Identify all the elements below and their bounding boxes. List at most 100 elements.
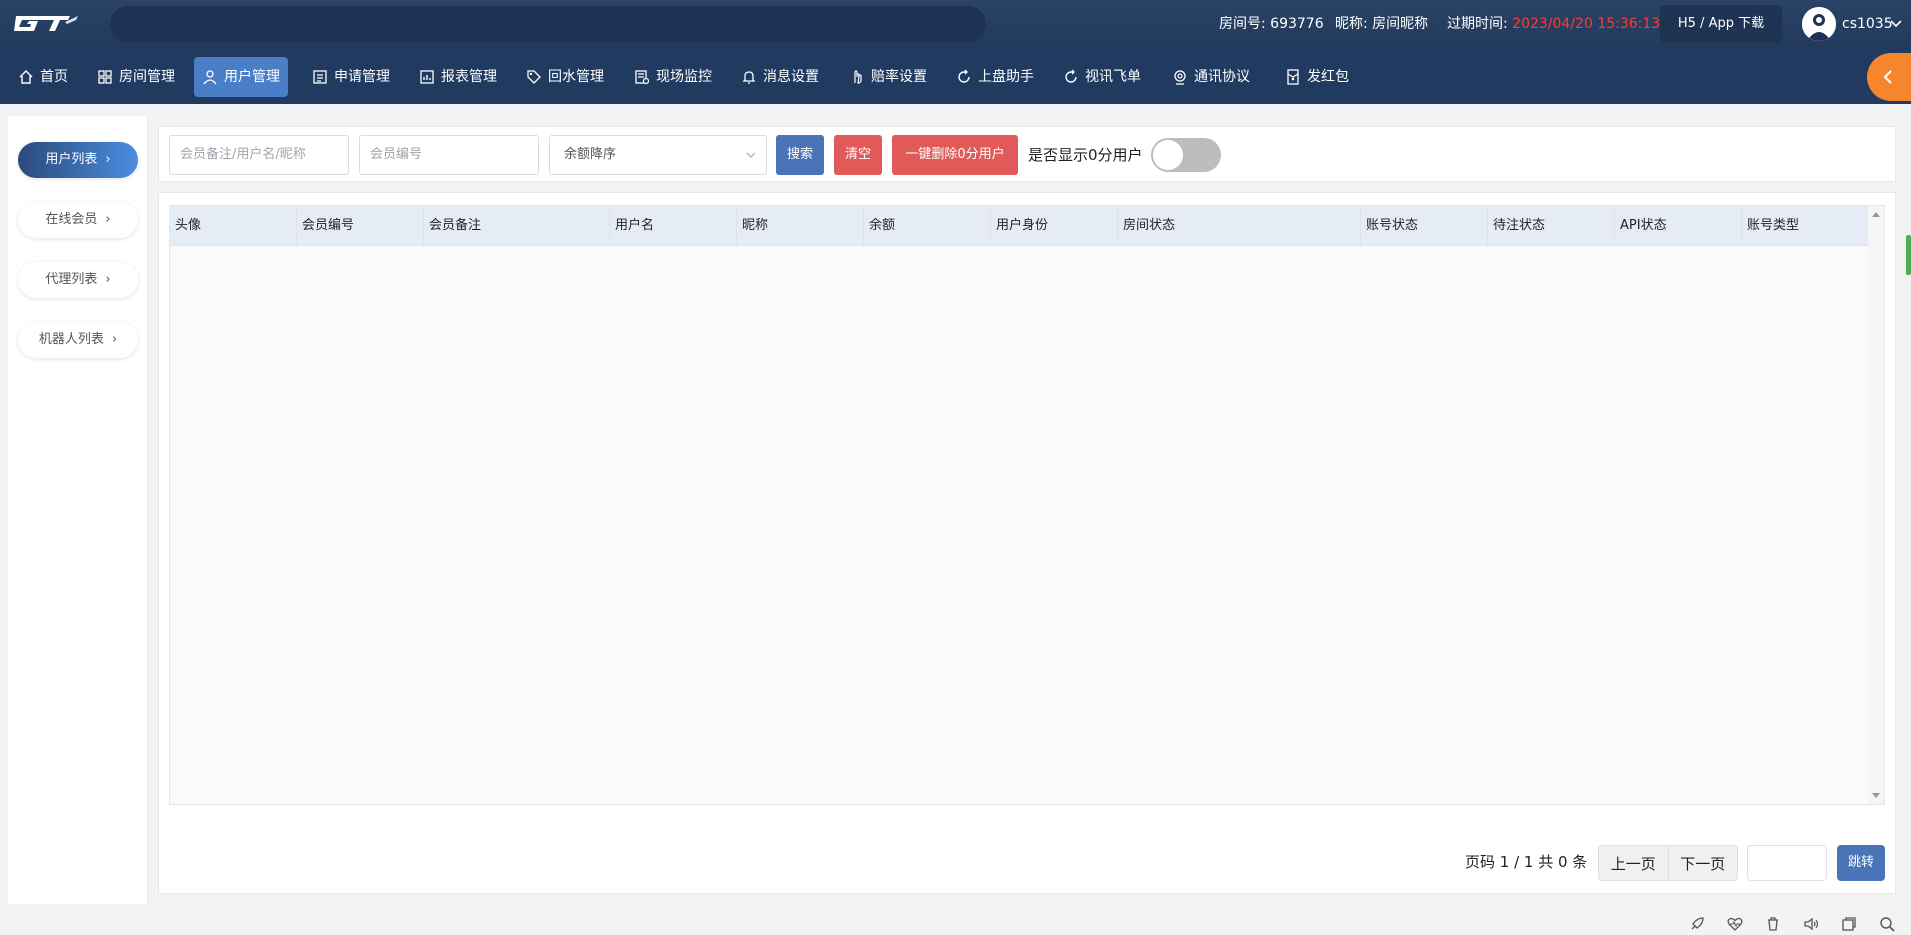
- avatar[interactable]: [1802, 7, 1836, 41]
- search-button[interactable]: 搜索: [776, 135, 824, 175]
- column-header[interactable]: 账号类型: [1742, 206, 1869, 246]
- nav-label: 发红包: [1307, 69, 1349, 85]
- sidebar-item-robot-list[interactable]: 机器人列表 ›: [18, 322, 138, 358]
- form-icon: [313, 70, 327, 84]
- show-zero-users-label: 是否显示0分用户: [1028, 146, 1143, 164]
- collapse-panel-button[interactable]: [1867, 53, 1911, 101]
- nav-item-odds-settings[interactable]: 赔率设置: [841, 57, 935, 97]
- trash-icon[interactable]: [1764, 915, 1782, 933]
- avatar-icon: [1802, 7, 1836, 41]
- column-header[interactable]: 账号状态: [1361, 206, 1488, 246]
- rocket-icon[interactable]: [1688, 915, 1706, 933]
- page-jump-input[interactable]: [1747, 845, 1827, 881]
- chevron-right-icon: ›: [105, 272, 111, 287]
- sidebar-item-online-members[interactable]: 在线会员 ›: [18, 202, 138, 238]
- nav-item-apply-manage[interactable]: 申请管理: [304, 57, 398, 97]
- sort-select-value: 余额降序: [564, 147, 617, 162]
- nav-label: 报表管理: [441, 69, 497, 85]
- column-header[interactable]: 会员编号: [297, 206, 424, 246]
- nav-item-video-order[interactable]: 视讯飞单: [1055, 57, 1149, 97]
- main-nav: 首页 房间管理 用户管理 申请管理 报表管理 回水管理 现场监控 消息设置 赔率…: [0, 48, 1911, 104]
- chevron-right-icon: ›: [111, 332, 118, 347]
- scroll-down-icon[interactable]: [1872, 793, 1880, 798]
- bell-icon: [742, 71, 756, 84]
- chevron-left-icon: [1883, 70, 1892, 84]
- sidebar-item-label: 机器人列表: [38, 332, 104, 347]
- user-icon: [203, 70, 217, 85]
- webcam-icon: [1174, 70, 1186, 85]
- nav-item-rebate-manage[interactable]: 回水管理: [518, 57, 612, 97]
- room-number: 房间号: 693776: [1219, 16, 1324, 32]
- column-header[interactable]: 待注状态: [1488, 206, 1615, 246]
- side-edge-marker[interactable]: [1906, 235, 1911, 275]
- logo: [14, 16, 78, 31]
- nav-item-bet-assistant[interactable]: 上盘助手: [948, 57, 1042, 97]
- column-header[interactable]: 头像: [170, 206, 297, 246]
- heartbeat-icon[interactable]: [1726, 915, 1744, 933]
- page-jump-button[interactable]: 跳转: [1837, 845, 1885, 881]
- search-icon[interactable]: [1878, 915, 1896, 933]
- room-nickname: 昵称: 房间昵称: [1335, 16, 1429, 32]
- nav-item-message-settings[interactable]: 消息设置: [733, 57, 827, 97]
- nav-label: 回水管理: [548, 69, 604, 85]
- column-header[interactable]: 会员备注: [424, 206, 610, 246]
- table-scrollbar[interactable]: [1868, 206, 1884, 804]
- column-header[interactable]: 余额: [864, 206, 991, 246]
- bottom-toolbar: [1680, 915, 1910, 935]
- top-bar: 房间号: 693776 昵称: 房间昵称 过期时间: 2023/04/20 15…: [0, 0, 1911, 48]
- toggle-knob: [1153, 140, 1183, 170]
- tag-icon: [527, 70, 541, 84]
- chevron-right-icon: ›: [105, 212, 111, 227]
- nav-item-live-monitor[interactable]: 现场监控: [626, 57, 720, 97]
- grid-icon: [98, 70, 112, 84]
- column-header[interactable]: API状态: [1615, 206, 1742, 246]
- nav-item-comm-protocol[interactable]: 通讯协议: [1164, 57, 1258, 97]
- pager-buttons: 上一页 下一页: [1598, 845, 1738, 881]
- header-search-bar[interactable]: [110, 6, 986, 42]
- volume-icon[interactable]: [1802, 915, 1820, 933]
- nav-label: 消息设置: [763, 69, 819, 85]
- member-number-input[interactable]: 会员编号: [359, 135, 539, 175]
- sidebar-item-agent-list[interactable]: 代理列表 ›: [18, 262, 138, 298]
- app-download-button[interactable]: H5 / App 下载: [1660, 5, 1782, 43]
- filter-bar: 会员备注/用户名/昵称 会员编号 余额降序 搜索 清空 一键删除0分用户 是否显…: [158, 126, 1896, 182]
- sort-select[interactable]: 余额降序: [549, 135, 767, 175]
- report-icon: [420, 70, 434, 84]
- home-icon: [19, 70, 33, 84]
- sidebar-item-user-list[interactable]: 用户列表 ›: [18, 142, 138, 178]
- monitor-doc-icon: [635, 70, 650, 85]
- sidebar-item-label: 在线会员: [45, 212, 98, 227]
- nav-item-home[interactable]: 首页: [10, 57, 76, 97]
- chevron-down-icon[interactable]: [1890, 17, 1902, 29]
- nav-label: 通讯协议: [1194, 69, 1250, 85]
- refresh-icon: [958, 69, 970, 83]
- nav-item-room-manage[interactable]: 房间管理: [89, 57, 183, 97]
- column-header[interactable]: 用户身份: [991, 206, 1118, 246]
- window-icon[interactable]: [1840, 915, 1858, 933]
- chevron-down-icon: [746, 152, 756, 158]
- search-input[interactable]: 会员备注/用户名/昵称: [169, 135, 349, 175]
- column-header[interactable]: 用户名: [610, 206, 737, 246]
- next-page-button[interactable]: 下一页: [1667, 846, 1738, 880]
- column-header[interactable]: 昵称: [737, 206, 864, 246]
- username[interactable]: cs1035: [1842, 0, 1893, 48]
- column-header[interactable]: 房间状态: [1118, 206, 1361, 246]
- sidebar-item-label: 代理列表: [45, 272, 98, 287]
- scroll-up-icon[interactable]: [1872, 212, 1880, 217]
- show-zero-users-toggle[interactable]: [1151, 138, 1221, 172]
- clear-button[interactable]: 清空: [834, 135, 882, 175]
- nav-label: 首页: [40, 69, 68, 85]
- nav-item-red-packet[interactable]: 发红包: [1277, 57, 1357, 97]
- prev-page-button[interactable]: 上一页: [1599, 846, 1668, 880]
- pager-info: 页码 1 / 1 共 0 条: [1465, 853, 1588, 871]
- envelope-icon: [1287, 69, 1299, 85]
- nav-item-user-manage[interactable]: 用户管理: [194, 57, 288, 97]
- nav-label: 上盘助手: [978, 69, 1034, 85]
- delete-zero-users-button[interactable]: 一键删除0分用户: [892, 135, 1018, 175]
- nav-label: 房间管理: [119, 69, 175, 85]
- left-sidebar: 用户列表 › 在线会员 › 代理列表 › 机器人列表 ›: [8, 116, 148, 904]
- table-header: 头像 会员编号 会员备注 用户名 昵称 余额 用户身份 房间状态 账号状态 待注…: [170, 206, 1869, 246]
- nav-label: 现场监控: [656, 69, 712, 85]
- nav-item-report-manage[interactable]: 报表管理: [411, 57, 505, 97]
- nav-label: 用户管理: [224, 69, 280, 85]
